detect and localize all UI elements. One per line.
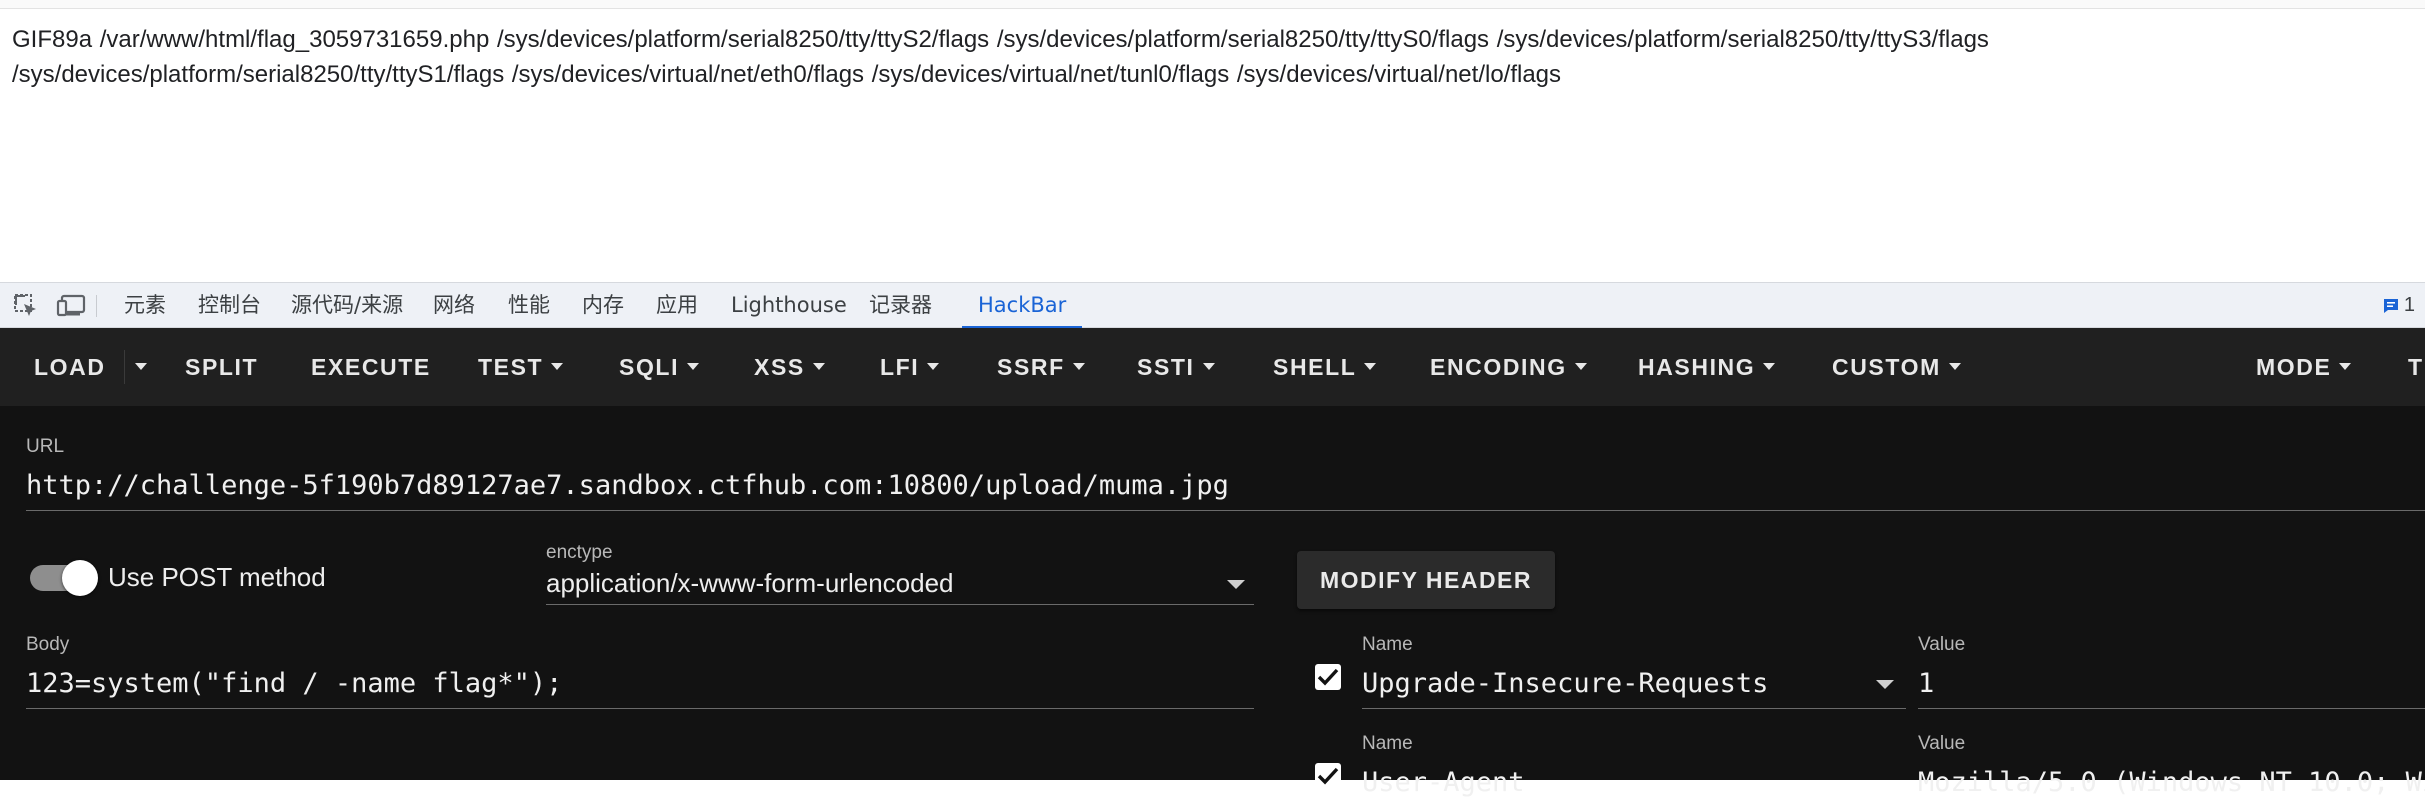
url-underline [26, 510, 2425, 511]
chevron-down-icon [1574, 363, 1587, 371]
check-icon [1317, 668, 1339, 686]
enctype-underline [546, 604, 1254, 605]
load-button[interactable]: LOAD [34, 328, 106, 406]
chevron-down-icon [135, 363, 147, 371]
tab-hackbar[interactable]: HackBar [961, 283, 1083, 329]
header-name-input[interactable]: Upgrade-Insecure-Requests [1362, 668, 1768, 699]
ssti-menu[interactable]: SSTI [1137, 328, 1215, 406]
chevron-down-icon[interactable] [1227, 580, 1245, 589]
chevron-down-icon[interactable] [1876, 680, 1894, 689]
chevron-down-icon [812, 363, 825, 371]
xss-menu[interactable]: XSS [754, 328, 825, 406]
theme-menu-truncated[interactable]: T [2408, 328, 2424, 406]
ssrf-label: SSRF [997, 354, 1065, 380]
header-value-label: Value [1918, 733, 1966, 754]
hackbar-panel [0, 406, 2425, 780]
body-label: Body [26, 634, 70, 655]
post-method-label: Use POST method [108, 562, 326, 592]
browser-chrome-edge [0, 0, 2425, 9]
output-line: GIF89a /var/www/html/flag_3059731659.php… [12, 26, 1989, 53]
test-label: TEST [478, 354, 544, 380]
tab-lighthouse[interactable]: Lighthouse [731, 283, 847, 328]
issues-count: 1 [2403, 294, 2415, 316]
enctype-select[interactable]: application/x-www-form-urlencoded [546, 568, 954, 599]
header-enabled-checkbox[interactable] [1315, 664, 1341, 690]
devtools-tab-strip: 元素 控制台 源代码/来源 网络 性能 内存 应用 Lighthouse 记录器… [0, 282, 2425, 329]
custom-label: CUSTOM [1832, 354, 1941, 380]
tab-console[interactable]: 控制台 [198, 283, 261, 328]
tab-network[interactable]: 网络 [433, 283, 475, 328]
ssrf-menu[interactable]: SSRF [997, 328, 1085, 406]
chevron-down-icon [687, 363, 700, 371]
split-button[interactable]: SPLIT [185, 328, 258, 406]
execute-button[interactable]: EXECUTE [311, 328, 431, 406]
header-value-input[interactable]: 1 [1918, 668, 1934, 699]
tab-sources[interactable]: 源代码/来源 [291, 283, 403, 328]
test-menu[interactable]: TEST [478, 328, 564, 406]
mode-label: MODE [2256, 354, 2332, 380]
tab-performance[interactable]: 性能 [508, 283, 550, 328]
sqli-menu[interactable]: SQLI [619, 328, 700, 406]
chevron-down-icon [2339, 363, 2352, 371]
ssti-label: SSTI [1137, 354, 1195, 380]
hashing-label: HASHING [1638, 354, 1756, 380]
button-divider [124, 350, 125, 384]
chevron-down-icon [1364, 363, 1377, 371]
chevron-down-icon [1763, 363, 1776, 371]
hackbar-toolbar: LOAD SPLIT EXECUTE TEST SQLI XSS LFI SSR… [0, 328, 2425, 406]
chevron-down-icon [927, 363, 940, 371]
header-value-underline [1918, 708, 2425, 709]
mode-menu[interactable]: MODE [2256, 328, 2352, 406]
header-value-input[interactable]: Mozilla/5.0 (Windows NT 10.0; Wi [1918, 767, 2425, 798]
lfi-menu[interactable]: LFI [880, 328, 940, 406]
device-toolbar-icon[interactable] [56, 292, 86, 320]
issues-counter[interactable]: 1 [2382, 283, 2415, 328]
encoding-menu[interactable]: ENCODING [1430, 328, 1587, 406]
header-enabled-checkbox[interactable] [1315, 763, 1341, 789]
header-name-input[interactable]: User-Agent [1362, 767, 1525, 798]
sqli-label: SQLI [619, 354, 680, 380]
load-menu-button[interactable] [131, 328, 155, 406]
page-output: GIF89a /var/www/html/flag_3059731659.php… [12, 22, 2312, 92]
shell-label: SHELL [1273, 354, 1357, 380]
output-line: /sys/devices/platform/serial8250/tty/tty… [12, 61, 1562, 88]
toolbar-divider [96, 295, 97, 317]
tab-application[interactable]: 应用 [656, 283, 698, 328]
enctype-label: enctype [546, 542, 613, 563]
chevron-down-icon [1072, 363, 1085, 371]
message-icon [2383, 298, 2398, 313]
body-input[interactable]: 123=system("find / -name flag*"); [26, 668, 562, 699]
toggle-knob[interactable] [62, 560, 98, 596]
hashing-menu[interactable]: HASHING [1638, 328, 1776, 406]
body-underline [26, 708, 1254, 709]
header-value-label: Value [1918, 634, 1966, 655]
custom-menu[interactable]: CUSTOM [1832, 328, 1961, 406]
inspect-element-icon[interactable] [12, 292, 40, 320]
tab-elements[interactable]: 元素 [124, 283, 166, 328]
lfi-label: LFI [880, 354, 920, 380]
chevron-down-icon [1202, 363, 1215, 371]
modify-header-button[interactable]: MODIFY HEADER [1297, 551, 1555, 609]
url-label: URL [26, 436, 65, 457]
url-input[interactable]: http://challenge-5f190b7d89127ae7.sandbo… [26, 470, 1229, 501]
header-name-label: Name [1362, 733, 1413, 754]
encoding-label: ENCODING [1430, 354, 1567, 380]
header-name-label: Name [1362, 634, 1413, 655]
xss-label: XSS [754, 354, 805, 380]
chevron-down-icon [551, 363, 564, 371]
tab-memory[interactable]: 内存 [582, 283, 624, 328]
tab-recorder[interactable]: 记录器 [869, 283, 932, 328]
shell-menu[interactable]: SHELL [1273, 328, 1377, 406]
header-name-underline [1362, 708, 1906, 709]
chevron-down-icon [1948, 363, 1961, 371]
check-icon [1317, 767, 1339, 785]
